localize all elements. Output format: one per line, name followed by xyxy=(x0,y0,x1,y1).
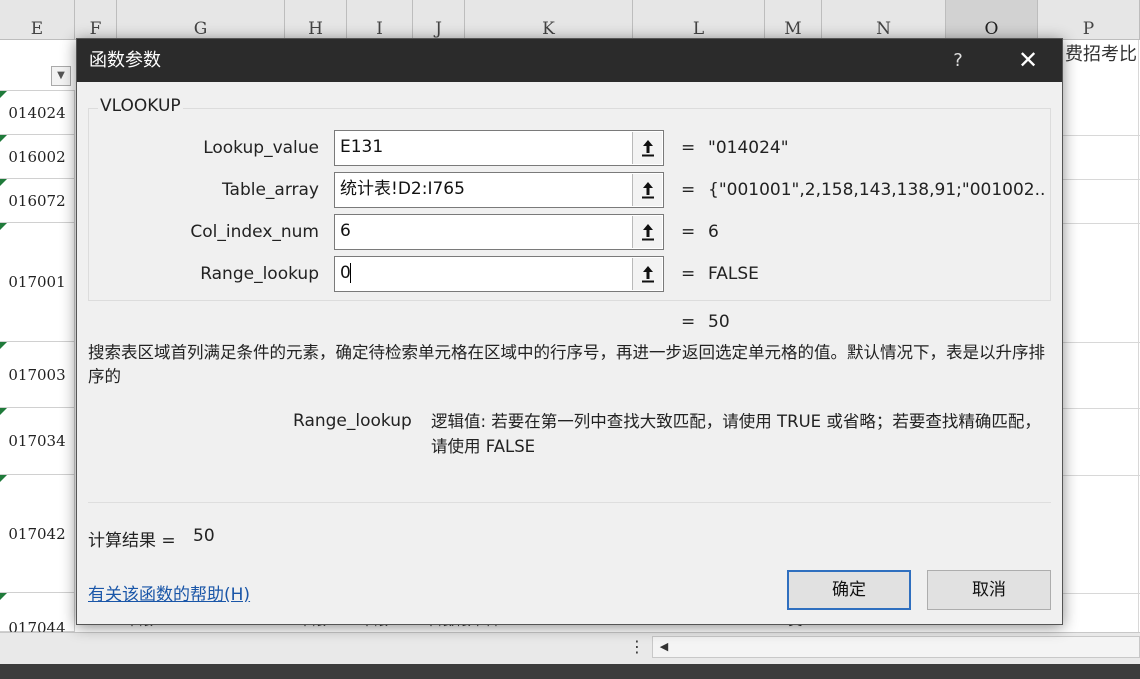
column-header-k[interactable]: K xyxy=(465,0,633,40)
cell-e-text: 016002 xyxy=(8,147,66,166)
scroll-left-icon[interactable]: ◀ xyxy=(655,639,673,655)
function-help-link[interactable]: 有关该函数的帮助(H) xyxy=(88,580,250,605)
column-header-n[interactable]: N xyxy=(822,0,946,40)
dialog-title-bar[interactable]: 函数参数 ? ✕ xyxy=(77,39,1062,82)
range-select-icon xyxy=(642,182,654,199)
function-name: VLOOKUP xyxy=(98,96,183,116)
cell-e[interactable]: 017034 xyxy=(0,408,75,475)
cell-e-text: 016072 xyxy=(8,191,66,210)
range-select-icon xyxy=(642,140,654,157)
text-cursor xyxy=(350,263,351,283)
column-header-h[interactable]: H xyxy=(285,0,347,40)
table-array-input[interactable]: 统计表!D2:I765 xyxy=(334,172,664,208)
comment-marker-icon xyxy=(0,408,7,415)
grid-line xyxy=(1062,408,1140,409)
range-select-icon xyxy=(642,224,654,241)
comment-marker-icon xyxy=(0,593,7,600)
cell-e[interactable]: 016072 xyxy=(0,179,75,223)
comment-marker-icon xyxy=(0,179,7,186)
arg-evaluated-value: FALSE xyxy=(708,264,759,284)
equals-sign: = xyxy=(681,138,696,158)
cell-e-text: 017003 xyxy=(8,365,66,384)
arg-label-lookup-value: Lookup_value xyxy=(203,138,319,158)
cell-e-text: 017042 xyxy=(8,524,66,543)
column-header-i[interactable]: I xyxy=(347,0,413,40)
ok-button[interactable]: 确定 xyxy=(787,570,911,610)
collapse-dialog-button[interactable] xyxy=(632,216,662,248)
column-header-o[interactable]: O xyxy=(946,0,1038,40)
function-description: 搜索表区域首列满足条件的元素，确定待检索单元格在区域中的行序号，再进一步返回选定… xyxy=(88,343,1045,386)
cancel-button[interactable]: 取消 xyxy=(927,570,1051,610)
calc-result-label: 计算结果 = xyxy=(88,531,176,551)
grid-line xyxy=(1062,179,1140,180)
cell-e-text: 017001 xyxy=(8,273,66,291)
cell-e[interactable]: 017044 xyxy=(0,593,75,637)
grid-line xyxy=(1062,223,1140,224)
status-bar xyxy=(0,664,1140,679)
cell-e[interactable]: 017042 xyxy=(0,475,75,593)
divider xyxy=(88,502,1051,503)
arg-label-col-index-num: Col_index_num xyxy=(190,222,319,242)
comment-marker-icon xyxy=(0,342,7,349)
lookup-value-input[interactable]: E131 xyxy=(334,130,664,166)
close-icon[interactable]: ✕ xyxy=(1001,39,1055,82)
arg-evaluated-value: 6 xyxy=(708,222,719,242)
column-header-j[interactable]: J xyxy=(413,0,465,40)
calc-result-value: 50 xyxy=(193,526,215,546)
lookup-value-text: E131 xyxy=(340,137,384,157)
column-header-e[interactable]: E xyxy=(0,0,75,40)
col-index-num-input[interactable]: 6 xyxy=(334,214,664,250)
horizontal-scrollbar[interactable]: ◀ xyxy=(652,636,1140,658)
dialog-title: 函数参数 xyxy=(89,50,161,71)
cell-e[interactable]: 017001 xyxy=(0,223,75,342)
grid-line xyxy=(1062,475,1140,476)
cell-e[interactable]: 016002 xyxy=(0,135,75,179)
collapse-dialog-button[interactable] xyxy=(632,258,662,290)
arg-evaluated-value: {"001001",2,158,143,138,91;"001002... xyxy=(708,180,1044,200)
comment-marker-icon xyxy=(0,135,7,142)
column-header-g[interactable]: G xyxy=(117,0,285,40)
grid-line xyxy=(1138,40,1139,632)
equals-sign: = xyxy=(681,180,696,200)
column-header-m[interactable]: M xyxy=(765,0,822,40)
cell-e[interactable]: 014024 xyxy=(0,91,75,135)
collapse-dialog-button[interactable] xyxy=(632,132,662,164)
cell-e-text: 017034 xyxy=(8,432,66,450)
range-lookup-input[interactable]: 0 xyxy=(334,256,664,292)
column-header-l[interactable]: L xyxy=(633,0,765,40)
function-arguments-dialog: 函数参数 ? ✕ VLOOKUP Lookup_value E131 = "01… xyxy=(76,38,1063,625)
comment-marker-icon xyxy=(0,475,7,482)
current-param-name: Range_lookup xyxy=(293,411,412,431)
current-param-description: 逻辑值: 若要在第一列中查找大致匹配，请使用 TRUE 或省略；若要查找精确匹配… xyxy=(431,412,1041,456)
arg-label-range-lookup: Range_lookup xyxy=(200,264,319,284)
cell-e-text: 014024 xyxy=(8,103,66,122)
cell-e[interactable]: 017003 xyxy=(0,342,75,408)
equals-sign: = xyxy=(681,264,696,284)
formula-result-preview: 50 xyxy=(708,312,730,332)
comment-marker-icon xyxy=(0,223,7,230)
column-header-p[interactable]: P xyxy=(1038,0,1140,40)
arg-evaluated-value: "014024" xyxy=(708,138,789,158)
equals-sign: = xyxy=(681,312,696,332)
cell-p-header[interactable]: 费招考比 xyxy=(1062,40,1140,97)
comment-marker-icon xyxy=(0,91,7,98)
more-options-icon[interactable]: ⋮ xyxy=(629,636,645,658)
collapse-dialog-button[interactable] xyxy=(632,174,662,206)
grid-line xyxy=(1062,135,1140,136)
column-header-f[interactable]: F xyxy=(75,0,117,40)
table-array-text: 统计表!D2:I765 xyxy=(340,179,465,199)
range-select-icon xyxy=(642,266,654,283)
grid-line xyxy=(1062,593,1140,594)
filter-dropdown-icon[interactable]: ▼ xyxy=(51,66,71,86)
col-index-num-text: 6 xyxy=(340,221,351,241)
arg-label-table-array: Table_array xyxy=(221,180,319,200)
grid-line xyxy=(1062,342,1140,343)
help-icon[interactable]: ? xyxy=(940,39,976,82)
equals-sign: = xyxy=(681,222,696,242)
